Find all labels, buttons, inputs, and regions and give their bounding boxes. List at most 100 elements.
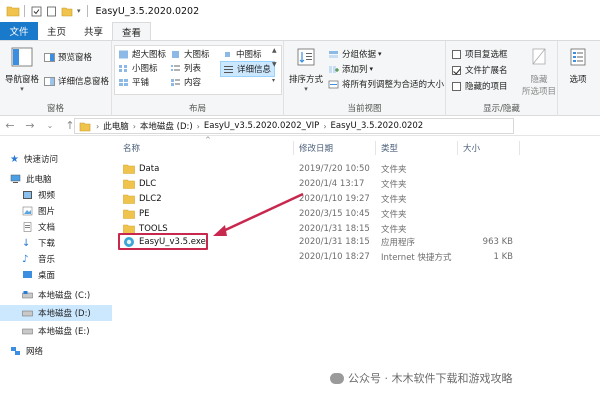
column-separator[interactable] <box>457 141 458 155</box>
nav-pane-button[interactable]: 导航窗格 ▾ <box>4 47 40 93</box>
new-folder-quick-icon[interactable] <box>46 6 57 17</box>
layout-small-icons[interactable]: 小图标 <box>118 62 158 74</box>
folder-icon <box>123 164 135 174</box>
checkbox[interactable] <box>452 81 461 91</box>
tab-file[interactable]: 文件 <box>0 22 38 40</box>
layout-large-icons[interactable]: 大图标 <box>170 48 210 60</box>
layout-content[interactable]: 内容 <box>170 76 201 88</box>
highlight-box <box>118 233 208 250</box>
nav-label: 网络 <box>26 347 44 357</box>
breadcrumb-current-folder[interactable]: EasyU_3.5.2020.0202 <box>331 121 424 131</box>
hidden-items-label: 隐藏的项目 <box>465 82 508 92</box>
options-button[interactable]: 选项 <box>560 47 596 85</box>
column-header-size[interactable]: 大小 <box>463 141 480 155</box>
breadcrumb-separator-icon[interactable]: › <box>323 122 326 131</box>
column-header-name[interactable]: 名称 <box>123 141 140 155</box>
pictures-folder-icon <box>22 206 33 216</box>
ribbon-group-label: 当前视图 <box>347 104 382 114</box>
back-arrow-icon[interactable]: ← <box>0 119 20 132</box>
breadcrumb-separator-icon[interactable]: › <box>133 122 136 131</box>
list-item[interactable]: DLC2 2020/1/10 19:27 文件夹 <box>117 192 517 206</box>
column-header-type[interactable]: 类型 <box>381 141 398 155</box>
checkbox[interactable] <box>452 65 461 75</box>
documents-folder-icon <box>23 222 32 232</box>
list-item[interactable]: 2020/1/10 18:27 Internet 快捷方式 1 KB <box>117 250 517 264</box>
layout-more[interactable]: ▾ <box>272 77 275 84</box>
layout-medium-icons[interactable]: 中图标 <box>222 48 262 60</box>
breadcrumb-this-pc[interactable]: 此电脑 <box>103 120 129 132</box>
tab-home[interactable]: 主页 <box>38 22 75 40</box>
ribbon-group-show-hide: 项目复选框 文件扩展名 隐藏的项目 隐藏 所选项目 显示/隐藏 <box>446 41 558 117</box>
ribbon-group-panes: 导航窗格 ▾ 预览窗格 详细信息窗格 窗格 <box>0 41 112 117</box>
column-separator[interactable] <box>293 141 294 155</box>
nav-drive-c[interactable]: 本地磁盘 (C:) <box>22 287 112 303</box>
layout-scroll-down[interactable]: ▼ <box>272 61 277 68</box>
dropdown-arrow-icon: ▾ <box>369 65 374 73</box>
breadcrumb-drive-d[interactable]: 本地磁盘 (D:) <box>140 120 193 132</box>
divider <box>86 5 88 17</box>
watermark-text: 公众号 · 木木软件下载和游戏攻略 <box>348 372 513 385</box>
file-extensions-toggle[interactable]: 文件扩展名 <box>452 64 508 76</box>
nav-drive-d[interactable]: 本地磁盘 (D:) <box>0 305 112 321</box>
hide-selected-icon <box>532 48 546 65</box>
file-name: Data <box>139 164 160 174</box>
add-columns-button[interactable]: 添加列 ▾ <box>328 63 373 75</box>
ribbon-group-label: 布局 <box>188 104 206 114</box>
layout-list[interactable]: 列表 <box>170 62 201 74</box>
file-name: DLC2 <box>139 194 162 204</box>
folder-icon <box>123 179 135 189</box>
item-checkboxes-toggle[interactable]: 项目复选框 <box>452 48 508 60</box>
recent-locations-icon[interactable]: ⌄ <box>40 121 60 130</box>
add-columns-icon <box>329 65 339 73</box>
tab-share[interactable]: 共享 <box>75 22 112 40</box>
nav-network[interactable]: 网络 <box>10 343 122 359</box>
file-type: Internet 快捷方式 <box>381 253 452 263</box>
medium-icons-icon <box>225 51 230 57</box>
list-item[interactable]: DLC 2020/1/4 13:17 文件夹 <box>117 177 517 191</box>
nav-this-pc[interactable]: 此电脑 <box>10 171 122 187</box>
file-type: 应用程序 <box>381 238 416 248</box>
forward-arrow-icon[interactable]: → <box>20 119 40 132</box>
nav-quick-access[interactable]: ★ 快速访问 <box>10 151 122 167</box>
layout-tiles[interactable]: 平铺 <box>118 76 149 88</box>
nav-label: 桌面 <box>38 271 56 281</box>
address-toolbar: ← → ⌄ ↑ › 此电脑 › 本地磁盘 (D:) › EasyU_v3.5.2… <box>0 116 600 136</box>
quick-folder-icon[interactable] <box>61 6 73 17</box>
breadcrumb-separator-icon[interactable]: › <box>96 122 99 131</box>
list-item[interactable]: PE 2020/3/15 10:45 文件夹 <box>117 207 517 221</box>
computer-icon <box>10 174 21 183</box>
layout-label: 详细信息 <box>237 65 272 75</box>
group-by-button[interactable]: 分组依据 ▾ <box>328 48 382 60</box>
breadcrumb-vip-folder[interactable]: EasyU_v3.5.2020.0202_VIP <box>204 121 319 131</box>
checkbox[interactable] <box>452 49 461 59</box>
nav-drive-e[interactable]: 本地磁盘 (E:) <box>22 323 112 339</box>
hide-selected-button[interactable]: 隐藏 所选项目 <box>522 47 556 97</box>
sort-by-button[interactable]: 排序方式 ▾ <box>288 47 324 93</box>
list-item[interactable]: Data 2019/7/20 10:50 文件夹 <box>117 162 517 176</box>
drive-icon <box>22 291 33 299</box>
details-pane-button[interactable]: 详细信息窗格 <box>44 75 109 87</box>
music-folder-icon: ♪ <box>22 253 29 265</box>
preview-pane-button[interactable]: 预览窗格 <box>44 51 92 63</box>
nav-label: 本地磁盘 (D:) <box>38 309 91 319</box>
hidden-items-toggle[interactable]: 隐藏的项目 <box>452 80 508 92</box>
file-type: 文件夹 <box>381 165 407 175</box>
nav-label: 快速访问 <box>23 155 58 165</box>
layout-details[interactable]: 详细信息 <box>220 61 276 77</box>
ribbon: 导航窗格 ▾ 预览窗格 详细信息窗格 窗格 超大图标 大图标 中图标 小图标 列… <box>0 40 600 117</box>
nav-label: 此电脑 <box>26 175 52 185</box>
address-bar[interactable]: › 此电脑 › 本地磁盘 (D:) › EasyU_v3.5.2020.0202… <box>74 118 514 134</box>
customize-toolbar-arrow[interactable]: ▾ <box>77 7 81 15</box>
layout-xlarge-icons[interactable]: 超大图标 <box>118 48 166 60</box>
properties-icon[interactable] <box>31 6 42 17</box>
folder-icon <box>79 122 91 131</box>
column-header-date[interactable]: 修改日期 <box>299 141 333 155</box>
breadcrumb-separator-icon[interactable]: › <box>197 122 200 131</box>
nav-label: 图片 <box>38 207 56 217</box>
wechat-icon <box>330 372 344 384</box>
size-all-columns-button[interactable]: 将所有列调整为合适的大小 <box>328 78 444 90</box>
layout-scroll-up[interactable]: ▲ <box>272 47 277 54</box>
column-separator[interactable] <box>375 141 376 155</box>
column-separator[interactable] <box>519 141 520 155</box>
tab-view[interactable]: 查看 <box>112 22 152 40</box>
